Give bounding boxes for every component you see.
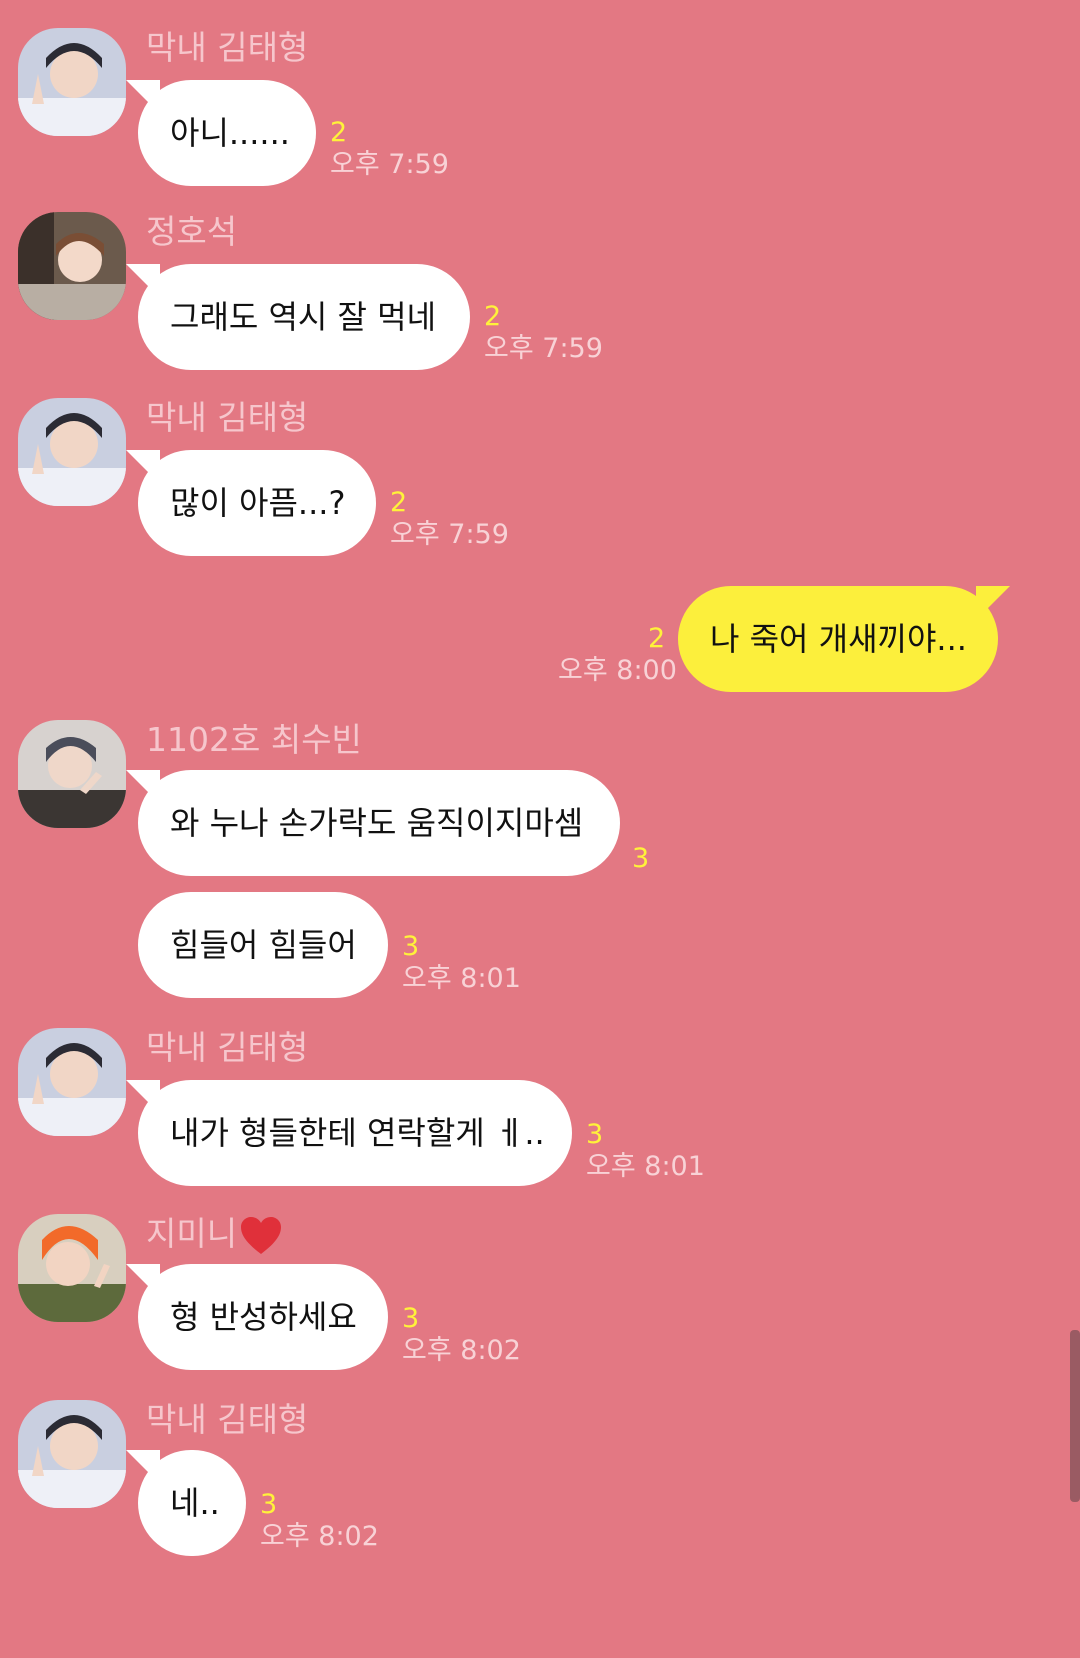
message-text: 아니...... bbox=[170, 114, 290, 152]
timestamp: 오후 7:59 bbox=[330, 149, 449, 180]
avatar-taehyung[interactable] bbox=[18, 1028, 126, 1136]
unread-count: 2 bbox=[484, 301, 502, 332]
message-bubble[interactable]: 많이 아픔...? bbox=[138, 450, 376, 556]
sender-name: 지미니 bbox=[146, 1214, 283, 1256]
sender-name: 막내 김태형 bbox=[146, 28, 309, 67]
sender-name: 1102호 최수빈 bbox=[146, 720, 362, 759]
unread-count: 2 bbox=[390, 487, 408, 518]
message-bubble[interactable]: 형 반성하세요 bbox=[138, 1264, 388, 1370]
sender-name: 막내 김태형 bbox=[146, 1028, 309, 1067]
unread-count: 3 bbox=[586, 1119, 604, 1150]
message-text: 그래도 역시 잘 먹네 bbox=[170, 298, 437, 336]
message-bubble[interactable]: 네.. bbox=[138, 1450, 246, 1556]
timestamp: 오후 8:02 bbox=[260, 1521, 379, 1552]
message-bubble[interactable]: 그래도 역시 잘 먹네 bbox=[138, 264, 470, 370]
message-bubble[interactable]: 아니...... bbox=[138, 80, 316, 186]
unread-count: 3 bbox=[260, 1489, 278, 1520]
my-message-bubble[interactable]: 나 죽어 개새끼야... bbox=[678, 586, 998, 692]
sender-name: 정호석 bbox=[146, 212, 238, 251]
message-text: 많이 아픔...? bbox=[170, 484, 346, 522]
timestamp: 오후 7:59 bbox=[390, 519, 509, 550]
message-text: 와 누나 손가락도 움직이지마셈 bbox=[170, 804, 584, 842]
avatar-taehyung[interactable] bbox=[18, 1400, 126, 1508]
message-text: 힘들어 힘들어 bbox=[170, 926, 357, 964]
timestamp: 오후 7:59 bbox=[484, 333, 603, 364]
message-text: 내가 형들한테 연락할게 ㅔ.. bbox=[170, 1114, 545, 1152]
message-bubble[interactable]: 힘들어 힘들어 bbox=[138, 892, 388, 998]
unread-count: 2 bbox=[330, 117, 348, 148]
message-text: 나 죽어 개새끼야... bbox=[710, 620, 967, 658]
unread-count: 3 bbox=[632, 843, 650, 874]
sender-name: 막내 김태형 bbox=[146, 1400, 309, 1439]
unread-count: 3 bbox=[402, 931, 420, 962]
avatar-hoseok[interactable] bbox=[18, 212, 126, 320]
unread-count: 3 bbox=[402, 1303, 420, 1334]
avatar-taehyung[interactable] bbox=[18, 28, 126, 136]
message-text: 네.. bbox=[170, 1484, 220, 1522]
sender-name: 막내 김태형 bbox=[146, 398, 309, 437]
timestamp: 오후 8:01 bbox=[402, 963, 521, 994]
unread-count: 2 bbox=[648, 623, 666, 654]
avatar-taehyung[interactable] bbox=[18, 398, 126, 506]
timestamp: 오후 8:02 bbox=[402, 1335, 521, 1366]
avatar-jimin[interactable] bbox=[18, 1214, 126, 1322]
message-text: 형 반성하세요 bbox=[170, 1298, 357, 1336]
timestamp: 오후 8:00 bbox=[558, 655, 677, 686]
scrollbar[interactable] bbox=[1070, 1330, 1080, 1502]
red-heart-icon bbox=[241, 1216, 282, 1254]
message-bubble[interactable]: 와 누나 손가락도 움직이지마셈 bbox=[138, 770, 620, 876]
message-bubble[interactable]: 내가 형들한테 연락할게 ㅔ.. bbox=[138, 1080, 572, 1186]
sender-name-text: 지미니 bbox=[146, 1214, 238, 1253]
avatar-soobin[interactable] bbox=[18, 720, 126, 828]
timestamp: 오후 8:01 bbox=[586, 1151, 705, 1182]
